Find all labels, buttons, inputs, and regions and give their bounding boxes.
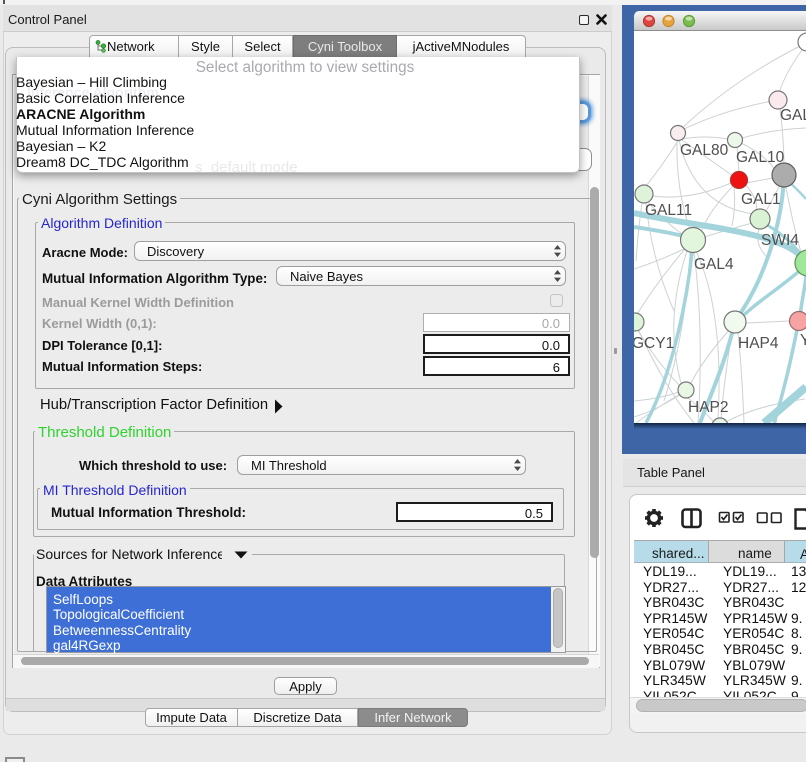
svg-text:GCY1: GCY1: [634, 335, 674, 352]
svg-text:GAL7: GAL7: [780, 107, 806, 124]
svg-text:GAL80: GAL80: [680, 142, 729, 159]
svg-text:SWI4: SWI4: [761, 232, 799, 249]
svg-text:GAL1: GAL1: [741, 191, 781, 208]
svg-text:GAL4: GAL4: [694, 256, 734, 273]
svg-text:GAL11: GAL11: [645, 202, 692, 219]
svg-text:HAP2: HAP2: [688, 399, 729, 416]
svg-text:HAP4: HAP4: [738, 335, 779, 352]
svg-text:GAL10: GAL10: [736, 149, 785, 166]
svg-text:YM: YM: [800, 332, 806, 349]
